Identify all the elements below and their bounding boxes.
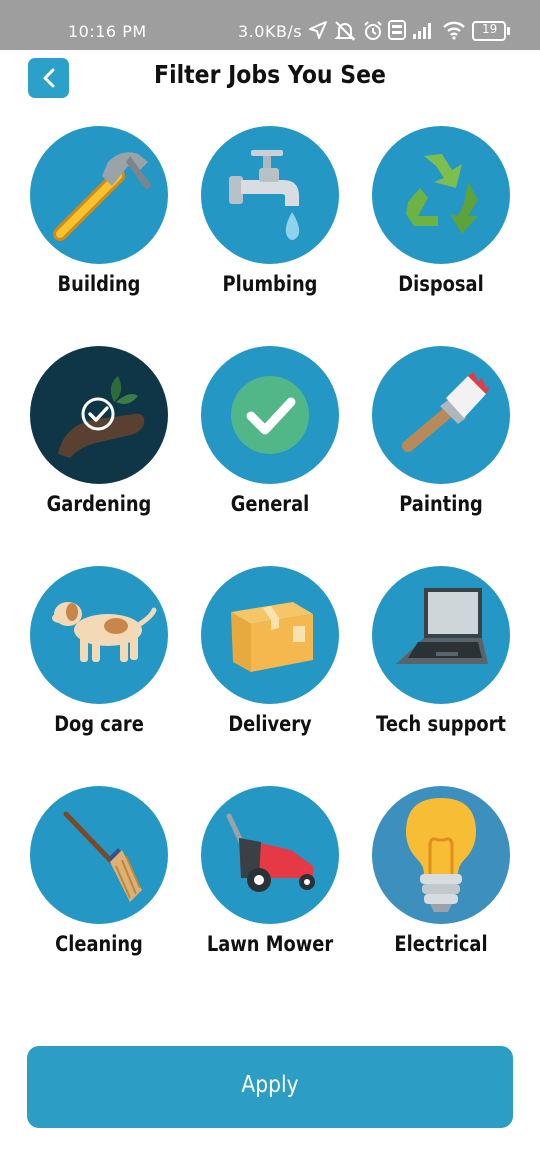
category-building[interactable]: Building <box>19 126 179 326</box>
status-time: 10:16 PM <box>68 22 147 41</box>
category-circle <box>372 126 510 264</box>
page-title: Filter Jobs You See <box>154 60 386 89</box>
paintbrush-icon <box>402 372 490 452</box>
laptop-icon <box>396 588 488 664</box>
hammer-icon <box>53 152 152 241</box>
category-label: Tech support <box>376 712 506 736</box>
category-circle <box>201 126 339 264</box>
lawn-mower-icon <box>226 813 315 892</box>
category-label: Building <box>57 272 141 296</box>
category-dog-care[interactable]: Dog care <box>19 566 179 766</box>
package-icon <box>231 602 313 672</box>
category-circle <box>372 346 510 484</box>
category-circle-selected <box>30 346 168 484</box>
network-speed: 3.0KB/s <box>238 22 303 41</box>
volte-icon <box>388 20 406 40</box>
faucet-icon <box>229 150 300 240</box>
category-label: Plumbing <box>222 272 318 296</box>
hand-plant-icon <box>58 376 145 458</box>
category-label: Dog care <box>54 712 144 736</box>
wifi-icon <box>443 21 465 40</box>
recycle-icon <box>406 154 478 234</box>
category-general[interactable]: General <box>190 346 350 546</box>
category-disposal[interactable]: Disposal <box>361 126 521 326</box>
light-bulb-icon <box>406 798 476 912</box>
category-painting[interactable]: Painting <box>361 346 521 546</box>
broom-icon <box>63 811 142 902</box>
dog-icon <box>52 602 157 662</box>
category-circle <box>30 126 168 264</box>
alarm-icon <box>364 21 382 40</box>
category-circle <box>201 346 339 484</box>
category-delivery[interactable]: Delivery <box>190 566 350 766</box>
category-circle <box>30 566 168 704</box>
category-label: Electrical <box>394 932 488 956</box>
apply-button-label: Apply <box>241 1072 299 1098</box>
category-electrical[interactable]: Electrical <box>361 786 521 986</box>
category-circle <box>201 786 339 924</box>
category-gardening[interactable]: Gardening <box>19 346 179 546</box>
muted-bell-icon <box>334 21 356 41</box>
status-bar: 10:16 PM 3.0KB/s 19 <box>0 0 540 50</box>
category-circle <box>372 786 510 924</box>
category-label: General <box>230 492 310 516</box>
battery-icon: 19 <box>472 21 510 41</box>
category-circle <box>30 786 168 924</box>
category-circle <box>201 566 339 704</box>
category-label: Disposal <box>398 272 484 296</box>
category-label: Gardening <box>46 492 152 516</box>
location-arrow-icon <box>309 21 327 39</box>
category-plumbing[interactable]: Plumbing <box>190 126 350 326</box>
apply-button[interactable]: Apply <box>27 1046 513 1128</box>
category-circle <box>372 566 510 704</box>
category-tech-support[interactable]: Tech support <box>361 566 521 766</box>
category-label: Lawn Mower <box>206 932 334 956</box>
category-cleaning[interactable]: Cleaning <box>19 786 179 986</box>
category-label: Painting <box>399 492 483 516</box>
signal-icon <box>413 23 431 39</box>
battery-level: 19 <box>482 22 498 36</box>
category-label: Delivery <box>228 712 312 736</box>
category-label: Cleaning <box>55 932 143 956</box>
checkmark-icon <box>231 376 309 454</box>
category-lawn-mower[interactable]: Lawn Mower <box>190 786 350 986</box>
